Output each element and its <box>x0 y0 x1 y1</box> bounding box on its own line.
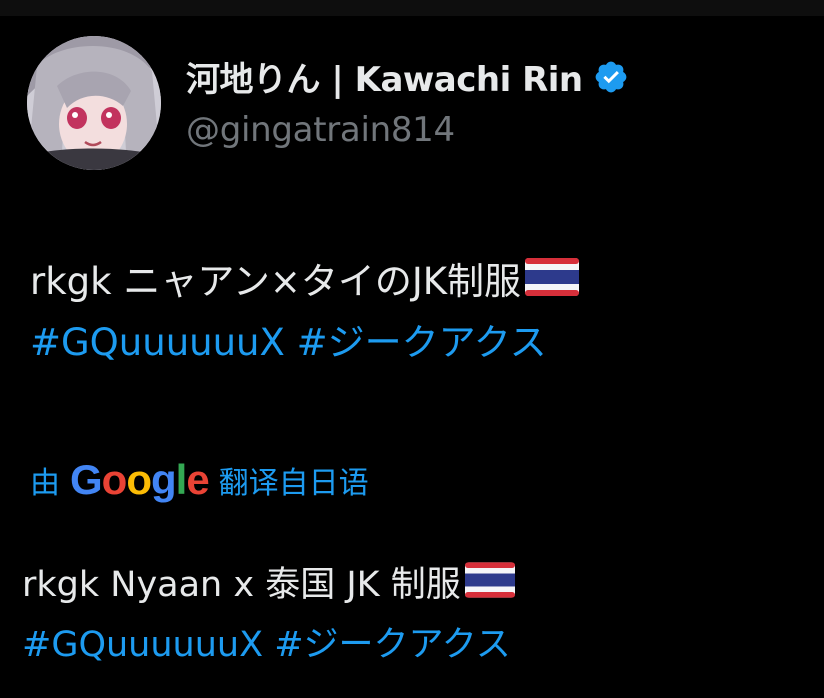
translation-attribution[interactable]: 由 Google 翻译自日语 <box>30 458 369 502</box>
verified-badge-icon[interactable] <box>593 59 629 95</box>
author-handle[interactable]: @gingatrain814 <box>186 110 455 150</box>
translated-body: rkgk Nyaan x 泰国 JK 制服 #GQuuuuuuX #ジークアクス <box>22 556 812 674</box>
hashtag-link[interactable]: #ジークアクス <box>297 321 547 364</box>
translation-prefix: 由 <box>30 466 60 501</box>
hashtag-link[interactable]: #GQuuuuuuX <box>22 625 263 665</box>
display-name[interactable]: 河地りん | Kawachi Rin <box>186 52 583 101</box>
google-logo: Google <box>70 456 210 503</box>
top-edge <box>0 0 824 16</box>
translation-suffix: 翻译自日语 <box>218 466 369 501</box>
author-name-row[interactable]: 河地りん | Kawachi Rin <box>186 52 629 101</box>
avatar[interactable] <box>27 36 161 170</box>
hashtag-link[interactable]: #GQuuuuuuX <box>30 321 285 364</box>
tweet-body: rkgk ニャアン×タイのJK制服 #GQuuuuuuX #ジークアクス <box>30 252 810 372</box>
translated-text: rkgk Nyaan x 泰国 JK 制服 <box>22 565 461 605</box>
avatar-image <box>27 36 161 170</box>
thailand-flag-icon <box>464 558 515 616</box>
hashtag-link[interactable]: #ジークアクス <box>274 625 511 665</box>
tweet-text: rkgk ニャアン×タイのJK制服 <box>30 260 522 303</box>
thailand-flag-icon <box>525 254 580 313</box>
